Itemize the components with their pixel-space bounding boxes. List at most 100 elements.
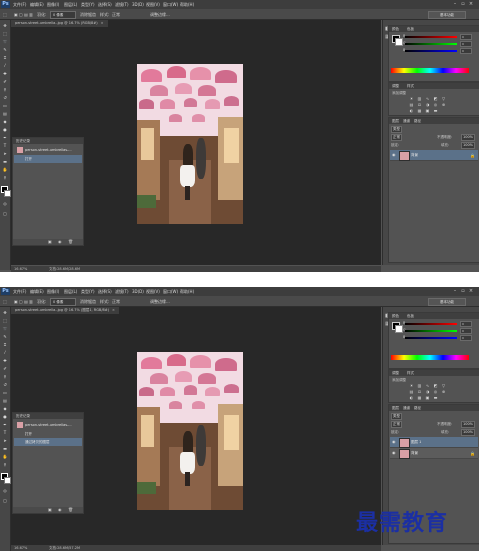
zoom-level[interactable]: 16.67% bbox=[14, 267, 27, 271]
screen-mode-icon[interactable]: ▢ bbox=[2, 212, 8, 216]
type-tool-icon[interactable]: T bbox=[2, 431, 8, 435]
close-document-icon[interactable]: × bbox=[112, 308, 115, 312]
new-document-from-state-icon[interactable]: ▣ bbox=[48, 507, 52, 512]
hue-saturation-icon[interactable]: ▤ bbox=[409, 390, 414, 394]
menu-file[interactable]: 文件(F) bbox=[13, 2, 26, 8]
history-panel-title[interactable]: 历史记录 bbox=[13, 138, 83, 144]
brightness-icon[interactable]: ☀ bbox=[409, 97, 414, 101]
document-tab[interactable]: person-street-umbrella-.jpg @ 16.7% (RGB… bbox=[11, 20, 108, 27]
menu-window[interactable]: 窗口(W) bbox=[163, 289, 178, 295]
threshold-icon[interactable]: ▣ bbox=[425, 109, 430, 113]
blue-slider[interactable] bbox=[405, 50, 457, 52]
history-snapshot[interactable]: person-street-umbrellas-... bbox=[14, 146, 82, 154]
fill-input[interactable]: 100% bbox=[461, 429, 476, 436]
menu-image[interactable]: 图像(I) bbox=[47, 289, 59, 295]
menu-edit[interactable]: 编辑(E) bbox=[30, 2, 44, 8]
menu-edit[interactable]: 编辑(E) bbox=[30, 289, 44, 295]
type-tool-icon[interactable]: T bbox=[2, 144, 8, 148]
brightness-icon[interactable]: ☀ bbox=[409, 384, 414, 388]
shape-tool-icon[interactable]: ▬ bbox=[2, 160, 8, 164]
shape-tool-icon[interactable]: ▬ bbox=[2, 447, 8, 451]
menu-type[interactable]: 类型(Y) bbox=[81, 2, 95, 8]
color-spectrum-bar[interactable] bbox=[391, 68, 469, 73]
marquee-tool-icon[interactable]: ⬚ bbox=[2, 319, 8, 323]
tab-channels[interactable]: 通道 bbox=[403, 406, 410, 411]
selection-mode-icons[interactable]: ▣ ▢ ▤ ▥ bbox=[14, 299, 33, 304]
feather-input[interactable]: 0 像素 bbox=[50, 298, 76, 306]
marquee-tool-icon[interactable]: ⬚ bbox=[3, 299, 7, 304]
refine-edge-button[interactable]: 调整边缘... bbox=[150, 12, 170, 18]
tab-paths[interactable]: 路径 bbox=[414, 119, 421, 124]
invert-icon[interactable]: ◐ bbox=[409, 109, 414, 113]
minimize-icon[interactable]: – bbox=[452, 1, 458, 7]
threshold-icon[interactable]: ▣ bbox=[425, 396, 430, 400]
blend-mode-select[interactable]: 正常 bbox=[391, 134, 402, 141]
history-state[interactable]: 通过拷贝的图层 bbox=[14, 438, 82, 446]
new-document-from-state-icon[interactable]: ▣ bbox=[48, 239, 52, 244]
visibility-eye-icon[interactable]: ◉ bbox=[392, 451, 396, 455]
pen-tool-icon[interactable]: ✒ bbox=[2, 136, 8, 140]
close-window-icon[interactable]: × bbox=[468, 288, 474, 294]
opacity-input[interactable]: 100% bbox=[461, 134, 476, 141]
layer-kind-filter[interactable]: 类型 bbox=[391, 126, 402, 133]
tab-swatches[interactable]: 色板 bbox=[407, 27, 414, 32]
menu-type[interactable]: 类型(Y) bbox=[81, 289, 95, 295]
tab-styles[interactable]: 样式 bbox=[407, 371, 414, 376]
red-value[interactable]: 0 bbox=[460, 321, 472, 327]
quick-select-tool-icon[interactable]: ✎ bbox=[2, 48, 8, 52]
layer-kind-filter[interactable]: 类型 bbox=[391, 413, 402, 420]
lasso-tool-icon[interactable]: ➰ bbox=[2, 327, 8, 331]
posterize-icon[interactable]: ▦ bbox=[417, 109, 422, 113]
menu-help[interactable]: 帮助(H) bbox=[180, 2, 194, 8]
layer-row[interactable]: ◉ 图层 1 bbox=[390, 437, 478, 448]
vibrance-icon[interactable]: ▽ bbox=[441, 384, 446, 388]
color-balance-icon[interactable]: ⚖ bbox=[417, 390, 422, 394]
quick-select-tool-icon[interactable]: ✎ bbox=[2, 335, 8, 339]
new-snapshot-icon[interactable]: ◉ bbox=[58, 239, 62, 244]
history-state[interactable]: 打开 bbox=[14, 155, 82, 163]
tab-paths[interactable]: 路径 bbox=[414, 406, 421, 411]
pen-tool-icon[interactable]: ✒ bbox=[2, 423, 8, 427]
crop-tool-icon[interactable]: ⌗ bbox=[2, 343, 8, 347]
levels-icon[interactable]: ▥ bbox=[417, 97, 422, 101]
healing-brush-tool-icon[interactable]: ✚ bbox=[2, 359, 8, 363]
menu-image[interactable]: 图像(I) bbox=[47, 2, 59, 8]
levels-icon[interactable]: ▥ bbox=[417, 384, 422, 388]
eyedropper-tool-icon[interactable]: ⁄ bbox=[2, 351, 8, 355]
vibrance-icon[interactable]: ▽ bbox=[441, 97, 446, 101]
hand-tool-icon[interactable]: ✋ bbox=[2, 455, 8, 459]
menu-filter[interactable]: 滤镜(T) bbox=[115, 289, 129, 295]
path-select-tool-icon[interactable]: ➤ bbox=[2, 152, 8, 156]
document-tab[interactable]: person-street-umbrella-.jpg @ 16.7% (图层1… bbox=[11, 307, 119, 314]
blue-value[interactable]: 0 bbox=[460, 48, 472, 54]
minimize-icon[interactable]: – bbox=[452, 288, 458, 294]
refine-edge-button[interactable]: 调整边缘... bbox=[150, 299, 170, 305]
brush-tool-icon[interactable]: ✐ bbox=[2, 367, 8, 371]
menu-layer[interactable]: 图层(L) bbox=[64, 289, 77, 295]
tab-layers[interactable]: 图层 bbox=[392, 119, 399, 124]
bg-color-chip[interactable] bbox=[395, 38, 403, 46]
black-white-icon[interactable]: ◑ bbox=[425, 390, 430, 394]
gradient-map-icon[interactable]: ▬ bbox=[433, 109, 438, 113]
menu-select[interactable]: 选择(S) bbox=[98, 289, 112, 295]
color-balance-icon[interactable]: ⚖ bbox=[417, 103, 422, 107]
gradient-map-icon[interactable]: ▬ bbox=[433, 396, 438, 400]
delete-state-icon[interactable]: 🗑 bbox=[68, 239, 73, 244]
tab-color[interactable]: 颜色 bbox=[392, 314, 399, 319]
tab-adjustments[interactable]: 调整 bbox=[392, 371, 399, 376]
channel-mixer-icon[interactable]: ⊕ bbox=[441, 103, 446, 107]
feather-input[interactable]: 0 像素 bbox=[50, 11, 76, 19]
curves-icon[interactable]: ∿ bbox=[425, 384, 430, 388]
blur-tool-icon[interactable]: ◆ bbox=[2, 407, 8, 411]
antialias-checkbox[interactable]: 消除锯齿 bbox=[80, 299, 96, 305]
red-slider[interactable] bbox=[405, 36, 457, 38]
antialias-checkbox[interactable]: 消除锯齿 bbox=[80, 12, 96, 18]
blend-mode-select[interactable]: 正常 bbox=[391, 421, 402, 428]
exposure-icon[interactable]: ◩ bbox=[433, 384, 438, 388]
blue-value[interactable]: 0 bbox=[460, 335, 472, 341]
green-slider[interactable] bbox=[405, 43, 457, 45]
gradient-tool-icon[interactable]: ▤ bbox=[2, 112, 8, 116]
channel-mixer-icon[interactable]: ⊕ bbox=[441, 390, 446, 394]
menu-view[interactable]: 视图(V) bbox=[146, 2, 160, 8]
red-value[interactable]: 0 bbox=[460, 34, 472, 40]
